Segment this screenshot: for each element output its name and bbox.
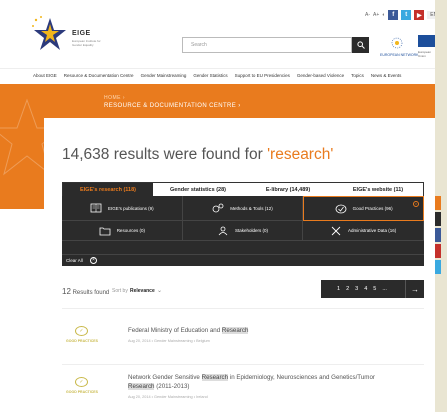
nav-item-eu-presidencies[interactable]: Support to EU Presidencies (235, 73, 290, 78)
person-icon (218, 226, 228, 235)
tab-gender-statistics[interactable]: Gender statistics (28) (153, 183, 243, 196)
filter-label: Administrative Data (16) (348, 228, 397, 233)
filter-resources[interactable]: Resources (0) (62, 221, 183, 241)
nav-item-news-events[interactable]: News & Events (371, 73, 402, 78)
nav-item-about[interactable]: About EIGE (33, 73, 57, 78)
side-tab[interactable] (435, 196, 441, 210)
sort-by-label: Sort by (112, 288, 128, 294)
list-item[interactable]: ✓ GOOD PRACTICES Federal Ministry of Edu… (62, 326, 424, 356)
side-tab[interactable] (435, 260, 441, 274)
filter-label: Resources (0) (116, 228, 145, 233)
page-1[interactable]: 1 (337, 286, 340, 292)
facebook-icon[interactable]: f (388, 10, 399, 20)
site-header: EIGE European Institute for Gender Equal… (0, 0, 435, 68)
youtube-icon[interactable]: ▶ (414, 10, 425, 20)
search-input[interactable]: Search (182, 37, 352, 53)
breadcrumb-current: RESOURCE & DOCUMENTATION CENTRE › (104, 103, 241, 109)
folder-icon (99, 227, 111, 235)
page-2[interactable]: 2 (346, 286, 349, 292)
page-4[interactable]: 4 (364, 286, 367, 292)
breadcrumb-home[interactable]: HOME › (104, 95, 125, 101)
divider (62, 308, 424, 309)
tab-eige-research[interactable]: EIGE's research (118) (63, 183, 153, 196)
side-tab[interactable] (435, 228, 441, 242)
nav-item-gender-mainstreaming[interactable]: Gender Mainstreaming (141, 73, 187, 78)
list-item[interactable]: ✓ GOOD PRACTICES Network Gender Sensitiv… (62, 373, 424, 407)
page-ellipsis: ... (382, 286, 387, 292)
eu-network-text: EUROPEAN NETWORK (380, 53, 419, 57)
nav-item-resource-centre[interactable]: Resource & Documentation Centre (64, 73, 134, 78)
tools-icon (331, 226, 341, 235)
divider (62, 364, 424, 365)
font-increase-button[interactable]: A+ (373, 12, 379, 18)
filter-label: Methods & Tools (12) (230, 205, 273, 211)
sort-select[interactable]: Relevance (130, 288, 155, 294)
result-title[interactable]: Federal Ministry of Education and Resear… (128, 326, 418, 335)
check-icon (335, 204, 347, 213)
filter-label: Stakeholders (0) (234, 228, 268, 233)
book-icon (90, 203, 102, 213)
clear-all-icon[interactable]: × (90, 257, 97, 264)
check-icon: ✓ (75, 377, 88, 387)
eu-network-logo[interactable] (390, 36, 404, 50)
eige-logo[interactable] (30, 14, 70, 56)
logo-text: EIGE (72, 30, 91, 37)
clear-all-button[interactable]: Clear All (66, 258, 83, 263)
check-icon: ✓ (75, 326, 88, 336)
search-icon (356, 41, 365, 49)
filter-administrative-data[interactable]: Administrative Data (16) (303, 221, 424, 241)
filter-good-practices[interactable]: Good Practices (96) × (303, 196, 424, 221)
result-meta: Aug 20, 2014 • Gender Mainstreaming • Ir… (128, 395, 208, 399)
browser-viewport: EIGE European Institute for Gender Equal… (0, 0, 435, 412)
result-title[interactable]: Network Gender Sensitive Research in Epi… (128, 373, 418, 391)
side-tab[interactable] (435, 212, 441, 226)
filter-methods-tools[interactable]: Methods & Tools (12) (182, 196, 304, 221)
results-heading: 14,638 results were found for 'research' (62, 146, 334, 163)
nav-item-gender-violence[interactable]: Gender-based Violence (297, 73, 344, 78)
result-meta: Aug 20, 2014 • Gender Mainstreaming • Be… (128, 339, 210, 343)
tab-e-library[interactable]: E-library (14,489) (243, 183, 333, 196)
filter-label: EIGE's publications (9) (108, 205, 154, 211)
side-tab[interactable] (435, 244, 441, 258)
topbar: A- A+ ◐ f t ▶ EN (365, 10, 435, 20)
good-practices-badge: ✓ GOOD PRACTICES (66, 377, 98, 394)
page-background-edge (435, 0, 447, 412)
remove-filter-icon[interactable]: × (412, 201, 419, 207)
gears-icon (212, 203, 224, 213)
next-page-arrow-icon[interactable]: → (405, 280, 424, 298)
main-navigation: About EIGE Resource & Documentation Cent… (0, 68, 435, 82)
nav-item-topics[interactable]: Topics (351, 73, 364, 78)
filter-label: Good Practices (96) (352, 206, 393, 211)
font-decrease-button[interactable]: A- (365, 12, 370, 18)
chevron-down-icon[interactable]: ⌄ (157, 287, 162, 294)
language-select[interactable]: EN (427, 11, 435, 19)
nav-item-gender-statistics[interactable]: Gender Statistics (193, 73, 227, 78)
page-3[interactable]: 3 (355, 286, 358, 292)
results-count: 12 Results found (62, 287, 110, 296)
eu-flag-text: European Union (418, 50, 432, 58)
clear-all-bar: Clear All × (62, 254, 424, 266)
logo-subtitle: European Institute for Gender Equality (72, 39, 101, 47)
good-practices-badge: ✓ GOOD PRACTICES (66, 326, 98, 343)
page-5[interactable]: 5 (373, 286, 376, 292)
filter-grid: EIGE's publications (9) Methods & Tools … (62, 196, 424, 254)
eu-flag-icon[interactable] (418, 35, 435, 47)
filter-stakeholders[interactable]: Stakeholders (0) (182, 221, 304, 241)
twitter-icon[interactable]: t (401, 10, 412, 20)
result-tabs: EIGE's research (118) Gender statistics … (62, 182, 424, 196)
filter-publications[interactable]: EIGE's publications (9) (62, 196, 183, 221)
pagination: 1 2 3 4 5 ... → (321, 280, 424, 298)
search-query: 'research' (267, 146, 334, 163)
tab-eige-website[interactable]: EIGE's website (11) (333, 183, 423, 196)
contrast-icon[interactable]: ◐ (382, 12, 385, 18)
search-button[interactable] (352, 37, 369, 53)
